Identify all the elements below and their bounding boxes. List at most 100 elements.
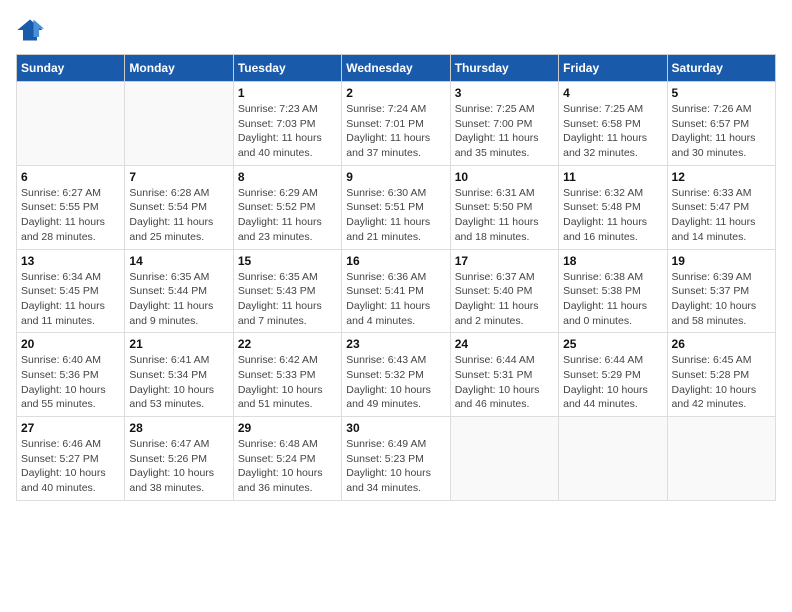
day-info: Sunrise: 7:24 AM Sunset: 7:01 PM Dayligh… — [346, 102, 445, 161]
day-number: 17 — [455, 254, 554, 268]
day-number: 16 — [346, 254, 445, 268]
calendar-cell: 26Sunrise: 6:45 AM Sunset: 5:28 PM Dayli… — [667, 333, 775, 417]
calendar-cell: 18 Sunrise: 6:38 AM Sunset: 5:38 PM Dayli… — [559, 249, 667, 333]
calendar-cell — [450, 417, 558, 501]
day-number: 23 — [346, 337, 445, 351]
calendar-cell: 8 Sunrise: 6:29 AM Sunset: 5:52 PM Daylig… — [233, 165, 341, 249]
logo-icon — [16, 16, 44, 44]
calendar-cell: 19 Sunrise: 6:39 AM Sunset: 5:37 PM Dayli… — [667, 249, 775, 333]
day-number: 12 — [672, 170, 771, 184]
calendar-cell: 5 Sunrise: 7:26 AM Sunset: 6:57 PM Daylig… — [667, 82, 775, 166]
day-number: 21 — [129, 337, 228, 351]
day-info: Sunrise: 6:27 AM Sunset: 5:55 PM Dayligh… — [21, 186, 120, 245]
day-number: 6 — [21, 170, 120, 184]
calendar-cell: 13 Sunrise: 6:34 AM Sunset: 5:45 PM Dayli… — [17, 249, 125, 333]
calendar-week-row: 20 Sunrise: 6:40 AM Sunset: 5:36 PM Dayli… — [17, 333, 776, 417]
calendar-cell: 7Sunrise: 6:28 AM Sunset: 5:54 PM Daylig… — [125, 165, 233, 249]
day-info: Sunrise: 6:29 AM Sunset: 5:52 PM Dayligh… — [238, 186, 337, 245]
calendar-cell: 12Sunrise: 6:33 AM Sunset: 5:47 PM Dayli… — [667, 165, 775, 249]
calendar-cell: 17 Sunrise: 6:37 AM Sunset: 5:40 PM Dayli… — [450, 249, 558, 333]
day-info: Sunrise: 6:45 AM Sunset: 5:28 PM Dayligh… — [672, 353, 771, 412]
day-number: 28 — [129, 421, 228, 435]
day-number: 5 — [672, 86, 771, 100]
day-info: Sunrise: 7:25 AM Sunset: 6:58 PM Dayligh… — [563, 102, 662, 161]
calendar-cell — [125, 82, 233, 166]
day-of-week-header: Friday — [559, 55, 667, 82]
calendar-cell: 1 Sunrise: 7:23 AM Sunset: 7:03 PM Daylig… — [233, 82, 341, 166]
calendar-cell: 3 Sunrise: 7:25 AM Sunset: 7:00 PM Daylig… — [450, 82, 558, 166]
day-info: Sunrise: 7:25 AM Sunset: 7:00 PM Dayligh… — [455, 102, 554, 161]
day-info: Sunrise: 6:49 AM Sunset: 5:23 PM Dayligh… — [346, 437, 445, 496]
day-of-week-header: Sunday — [17, 55, 125, 82]
calendar-cell: 9 Sunrise: 6:30 AM Sunset: 5:51 PM Daylig… — [342, 165, 450, 249]
day-number: 13 — [21, 254, 120, 268]
day-info: Sunrise: 7:23 AM Sunset: 7:03 PM Dayligh… — [238, 102, 337, 161]
day-info: Sunrise: 6:34 AM Sunset: 5:45 PM Dayligh… — [21, 270, 120, 329]
day-info: Sunrise: 6:36 AM Sunset: 5:41 PM Dayligh… — [346, 270, 445, 329]
day-info: Sunrise: 6:32 AM Sunset: 5:48 PM Dayligh… — [563, 186, 662, 245]
calendar-cell: 23 Sunrise: 6:43 AM Sunset: 5:32 PM Dayli… — [342, 333, 450, 417]
day-info: Sunrise: 6:40 AM Sunset: 5:36 PM Dayligh… — [21, 353, 120, 412]
page-header — [16, 16, 776, 44]
calendar-cell: 10 Sunrise: 6:31 AM Sunset: 5:50 PM Dayli… — [450, 165, 558, 249]
day-number: 10 — [455, 170, 554, 184]
day-number: 4 — [563, 86, 662, 100]
day-info: Sunrise: 6:31 AM Sunset: 5:50 PM Dayligh… — [455, 186, 554, 245]
day-info: Sunrise: 6:37 AM Sunset: 5:40 PM Dayligh… — [455, 270, 554, 329]
day-of-week-header: Thursday — [450, 55, 558, 82]
day-of-week-header: Wednesday — [342, 55, 450, 82]
calendar-week-row: 6 Sunrise: 6:27 AM Sunset: 5:55 PM Daylig… — [17, 165, 776, 249]
day-number: 8 — [238, 170, 337, 184]
day-number: 19 — [672, 254, 771, 268]
day-of-week-header: Tuesday — [233, 55, 341, 82]
day-number: 15 — [238, 254, 337, 268]
calendar-cell: 16 Sunrise: 6:36 AM Sunset: 5:41 PM Dayli… — [342, 249, 450, 333]
day-info: Sunrise: 6:47 AM Sunset: 5:26 PM Dayligh… — [129, 437, 228, 496]
calendar-cell: 28 Sunrise: 6:47 AM Sunset: 5:26 PM Dayli… — [125, 417, 233, 501]
day-info: Sunrise: 6:38 AM Sunset: 5:38 PM Dayligh… — [563, 270, 662, 329]
calendar-cell — [17, 82, 125, 166]
day-number: 22 — [238, 337, 337, 351]
day-info: Sunrise: 6:44 AM Sunset: 5:31 PM Dayligh… — [455, 353, 554, 412]
day-number: 1 — [238, 86, 337, 100]
day-info: Sunrise: 6:43 AM Sunset: 5:32 PM Dayligh… — [346, 353, 445, 412]
calendar-cell — [559, 417, 667, 501]
calendar-cell: 22 Sunrise: 6:42 AM Sunset: 5:33 PM Dayli… — [233, 333, 341, 417]
calendar-week-row: 27 Sunrise: 6:46 AM Sunset: 5:27 PM Dayli… — [17, 417, 776, 501]
day-number: 7 — [129, 170, 228, 184]
day-number: 18 — [563, 254, 662, 268]
calendar-cell: 21 Sunrise: 6:41 AM Sunset: 5:34 PM Dayli… — [125, 333, 233, 417]
day-info: Sunrise: 7:26 AM Sunset: 6:57 PM Dayligh… — [672, 102, 771, 161]
day-info: Sunrise: 6:48 AM Sunset: 5:24 PM Dayligh… — [238, 437, 337, 496]
day-number: 11 — [563, 170, 662, 184]
day-info: Sunrise: 6:41 AM Sunset: 5:34 PM Dayligh… — [129, 353, 228, 412]
day-number: 2 — [346, 86, 445, 100]
calendar-cell: 29Sunrise: 6:48 AM Sunset: 5:24 PM Dayli… — [233, 417, 341, 501]
calendar-week-row: 13 Sunrise: 6:34 AM Sunset: 5:45 PM Dayli… — [17, 249, 776, 333]
day-number: 9 — [346, 170, 445, 184]
day-info: Sunrise: 6:44 AM Sunset: 5:29 PM Dayligh… — [563, 353, 662, 412]
day-number: 14 — [129, 254, 228, 268]
day-number: 3 — [455, 86, 554, 100]
calendar-week-row: 1 Sunrise: 7:23 AM Sunset: 7:03 PM Daylig… — [17, 82, 776, 166]
day-info: Sunrise: 6:42 AM Sunset: 5:33 PM Dayligh… — [238, 353, 337, 412]
calendar-cell — [667, 417, 775, 501]
calendar-cell: 25Sunrise: 6:44 AM Sunset: 5:29 PM Dayli… — [559, 333, 667, 417]
day-number: 27 — [21, 421, 120, 435]
day-info: Sunrise: 6:30 AM Sunset: 5:51 PM Dayligh… — [346, 186, 445, 245]
calendar-cell: 30 Sunrise: 6:49 AM Sunset: 5:23 PM Dayli… — [342, 417, 450, 501]
calendar-cell: 14 Sunrise: 6:35 AM Sunset: 5:44 PM Dayli… — [125, 249, 233, 333]
day-info: Sunrise: 6:35 AM Sunset: 5:44 PM Dayligh… — [129, 270, 228, 329]
calendar-cell: 4 Sunrise: 7:25 AM Sunset: 6:58 PM Daylig… — [559, 82, 667, 166]
day-info: Sunrise: 6:46 AM Sunset: 5:27 PM Dayligh… — [21, 437, 120, 496]
day-info: Sunrise: 6:39 AM Sunset: 5:37 PM Dayligh… — [672, 270, 771, 329]
calendar-table: SundayMondayTuesdayWednesdayThursdayFrid… — [16, 54, 776, 501]
calendar-cell: 2 Sunrise: 7:24 AM Sunset: 7:01 PM Daylig… — [342, 82, 450, 166]
day-of-week-header: Monday — [125, 55, 233, 82]
calendar-cell: 11 Sunrise: 6:32 AM Sunset: 5:48 PM Dayli… — [559, 165, 667, 249]
day-number: 30 — [346, 421, 445, 435]
day-of-week-header: Saturday — [667, 55, 775, 82]
day-number: 20 — [21, 337, 120, 351]
calendar-cell: 24Sunrise: 6:44 AM Sunset: 5:31 PM Dayli… — [450, 333, 558, 417]
calendar-cell: 20 Sunrise: 6:40 AM Sunset: 5:36 PM Dayli… — [17, 333, 125, 417]
